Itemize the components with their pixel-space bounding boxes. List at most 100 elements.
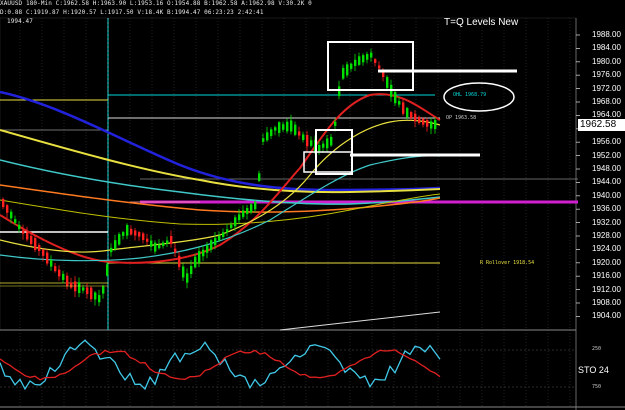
price-axis-label: 1984.00 — [592, 43, 621, 53]
price-axis-label: 1936.00 — [592, 204, 621, 214]
candle-body — [118, 234, 121, 245]
candle-body — [138, 232, 141, 237]
candle-body — [338, 86, 341, 97]
candle-body — [6, 205, 9, 213]
candle-body — [182, 266, 185, 278]
candle-body — [378, 65, 381, 69]
candle-body — [262, 138, 265, 142]
candle-body — [130, 228, 133, 235]
candle-body — [174, 248, 177, 253]
price-axis-label: 1956.00 — [592, 137, 621, 147]
candle-body — [298, 131, 301, 136]
sto-name: STO — [578, 365, 597, 375]
candle-body — [318, 144, 321, 152]
candle-body — [354, 59, 357, 66]
candle-body — [386, 77, 389, 88]
candle-body — [290, 120, 293, 132]
candle-body — [330, 136, 333, 146]
candle-body — [62, 274, 65, 280]
price-axis-label: 1912.00 — [592, 284, 621, 294]
candle-body — [114, 240, 117, 250]
candle-body — [426, 119, 429, 127]
candle-body — [202, 249, 205, 257]
candle-body — [86, 287, 89, 294]
candle-body — [430, 121, 433, 129]
candle-body — [154, 242, 157, 252]
candle-body — [74, 281, 77, 292]
candle-body — [334, 121, 337, 126]
op-label: OP 1963.58 — [446, 115, 477, 121]
candle-body — [270, 129, 273, 136]
price-axis-label: 1948.00 — [592, 164, 621, 173]
candle-body — [246, 207, 249, 215]
candle-body — [342, 67, 345, 79]
sto-value: 24 — [598, 365, 609, 375]
candle-body — [242, 210, 245, 217]
candle-body — [90, 287, 93, 300]
candle-body — [162, 242, 165, 247]
price-axis-label: 1916.00 — [592, 271, 621, 281]
candle-body — [294, 124, 297, 135]
candle-body — [194, 256, 197, 268]
price-axis-label: 1968.00 — [592, 97, 621, 106]
candle-body — [214, 237, 217, 246]
candle-body — [66, 275, 69, 287]
chart-title: T=Q Levels New — [444, 17, 519, 28]
candle-body — [18, 224, 21, 230]
candle-body — [362, 55, 365, 63]
candle-body — [282, 124, 285, 130]
candle-body — [134, 230, 137, 236]
high-value: 1994.47 — [7, 18, 33, 25]
candle-body — [150, 240, 153, 247]
zone-box-top — [327, 41, 414, 91]
candle-body — [170, 236, 173, 244]
candle-body — [102, 286, 105, 294]
candle-body — [142, 233, 145, 241]
candle-body — [206, 245, 209, 253]
candle-body — [2, 198, 5, 208]
candle-body — [14, 219, 17, 223]
price-axis-label: 1980.00 — [592, 56, 621, 66]
candle-body — [414, 113, 417, 122]
candle-body — [230, 224, 233, 228]
candle-body — [218, 235, 221, 241]
price-axis-label: 1972.00 — [592, 83, 621, 93]
candle-body — [266, 132, 269, 141]
price-axis-label: 1924.00 — [592, 244, 621, 254]
candle-body — [122, 232, 125, 236]
candle-body — [286, 121, 289, 132]
candle-body — [54, 266, 57, 272]
candle-body — [326, 138, 329, 149]
candle-body — [254, 201, 257, 210]
candle-body — [50, 260, 53, 267]
price-axis-label: 1952.00 — [592, 150, 621, 160]
candle-body — [346, 64, 349, 76]
data-header: D:0.88 C:1919.87 H:1920.57 L:1917.50 V:1… — [0, 9, 264, 16]
price-axis-label: 1920.00 — [592, 257, 621, 267]
candle-body — [98, 295, 101, 303]
candle-body — [310, 140, 313, 146]
candle-body — [222, 232, 225, 238]
candle-body — [22, 230, 25, 234]
chart-canvas — [0, 17, 625, 410]
candle-body — [370, 52, 373, 58]
sto-level-lower: 750 — [592, 384, 602, 390]
candle-body — [46, 252, 49, 264]
candle-body — [274, 127, 277, 131]
candle-body — [302, 134, 305, 140]
candle-body — [398, 101, 401, 105]
candle-body — [406, 107, 409, 118]
candle-body — [106, 264, 109, 276]
candle-body — [178, 255, 181, 267]
candle-body — [198, 251, 201, 263]
candle-body — [394, 92, 397, 104]
candle-body — [234, 217, 237, 227]
ohl-label: OHL 1968.79 — [453, 92, 487, 98]
price-axis-label: 1928.00 — [592, 231, 621, 240]
candle-body — [58, 269, 61, 277]
candle-body — [358, 56, 361, 65]
price-axis-label: 1904.00 — [592, 311, 621, 321]
candle-body — [110, 247, 113, 253]
candle-body — [306, 134, 309, 147]
candle-body — [410, 112, 413, 119]
